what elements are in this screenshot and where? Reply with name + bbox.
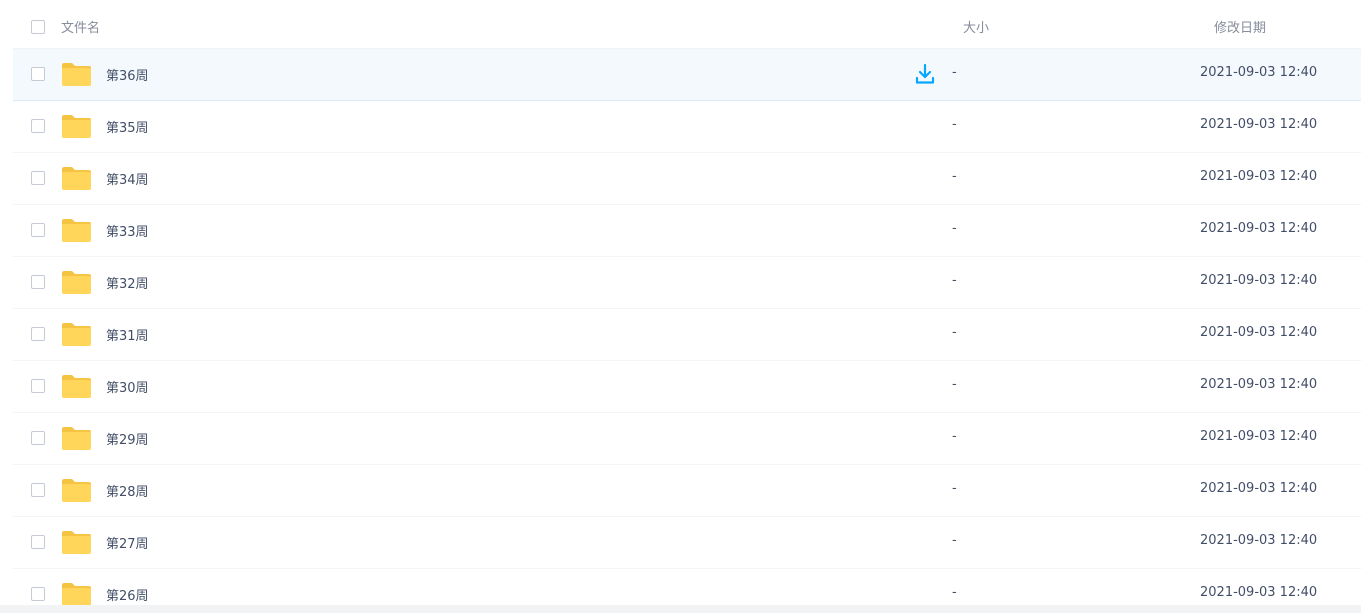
folder-icon [62,63,91,86]
file-size: - [952,117,957,132]
folder-icon [62,479,91,502]
folder-icon [62,115,91,138]
file-modified: 2021-09-03 12:40 [1200,221,1318,236]
file-size: - [952,65,957,80]
folder-icon [62,531,91,554]
table-row[interactable]: 第30周 - 2021-09-03 12:40 [13,361,1361,413]
file-modified: 2021-09-03 12:40 [1200,429,1318,444]
row-checkbox[interactable] [31,171,45,185]
row-checkbox[interactable] [31,535,45,549]
row-checkbox[interactable] [31,327,45,341]
file-name[interactable]: 第30周 [106,377,149,396]
folder-icon [62,219,91,242]
table-row[interactable]: 第36周 - 2021-09-03 12:40 [13,49,1361,101]
file-size: - [952,273,957,288]
file-size: - [952,585,957,600]
row-checkbox[interactable] [31,587,45,601]
folder-icon [62,323,91,346]
file-name[interactable]: 第35周 [106,117,149,136]
file-size: - [952,481,957,496]
file-modified: 2021-09-03 12:40 [1200,169,1318,184]
file-size: - [952,533,957,548]
file-modified: 2021-09-03 12:40 [1200,325,1318,340]
folder-icon [62,375,91,398]
file-name[interactable]: 第33周 [106,221,149,240]
file-modified: 2021-09-03 12:40 [1200,65,1318,80]
file-name[interactable]: 第32周 [106,273,149,292]
table-row[interactable]: 第33周 - 2021-09-03 12:40 [13,205,1361,257]
row-checkbox[interactable] [31,431,45,445]
row-checkbox[interactable] [31,275,45,289]
file-name[interactable]: 第34周 [106,169,149,188]
file-modified: 2021-09-03 12:40 [1200,273,1318,288]
table-row[interactable]: 第29周 - 2021-09-03 12:40 [13,413,1361,465]
file-modified: 2021-09-03 12:40 [1200,481,1318,496]
file-name[interactable]: 第27周 [106,533,149,552]
file-name[interactable]: 第29周 [106,429,149,448]
table-header: 文件名 大小 修改日期 [13,0,1361,49]
file-modified: 2021-09-03 12:40 [1200,585,1318,600]
file-modified: 2021-09-03 12:40 [1200,117,1318,132]
folder-icon [62,167,91,190]
row-checkbox[interactable] [31,483,45,497]
table-row[interactable]: 第27周 - 2021-09-03 12:40 [13,517,1361,569]
file-name[interactable]: 第26周 [106,585,149,604]
row-checkbox[interactable] [31,223,45,237]
column-header-name[interactable]: 文件名 [61,17,100,36]
row-checkbox[interactable] [31,67,45,81]
table-row[interactable]: 第35周 - 2021-09-03 12:40 [13,101,1361,153]
file-name[interactable]: 第36周 [106,65,149,84]
table-row[interactable]: 第31周 - 2021-09-03 12:40 [13,309,1361,361]
bottom-scroll-area [0,605,1361,613]
row-checkbox[interactable] [31,379,45,393]
folder-icon [62,583,91,606]
file-size: - [952,221,957,236]
file-name[interactable]: 第28周 [106,481,149,500]
select-all-checkbox[interactable] [31,20,45,34]
file-size: - [952,377,957,392]
column-header-size[interactable]: 大小 [963,17,989,36]
table-row[interactable]: 第34周 - 2021-09-03 12:40 [13,153,1361,205]
file-name[interactable]: 第31周 [106,325,149,344]
file-size: - [952,169,957,184]
table-row[interactable]: 第28周 - 2021-09-03 12:40 [13,465,1361,517]
folder-icon [62,427,91,450]
file-modified: 2021-09-03 12:40 [1200,377,1318,392]
file-size: - [952,429,957,444]
folder-icon [62,271,91,294]
column-header-modified[interactable]: 修改日期 [1214,17,1266,36]
file-modified: 2021-09-03 12:40 [1200,533,1318,548]
file-size: - [952,325,957,340]
row-checkbox[interactable] [31,119,45,133]
table-row[interactable]: 第32周 - 2021-09-03 12:40 [13,257,1361,309]
download-icon[interactable] [915,63,935,85]
file-list: 文件名 大小 修改日期 第36周 - 2021-09-03 12:40 第35周… [13,0,1361,613]
